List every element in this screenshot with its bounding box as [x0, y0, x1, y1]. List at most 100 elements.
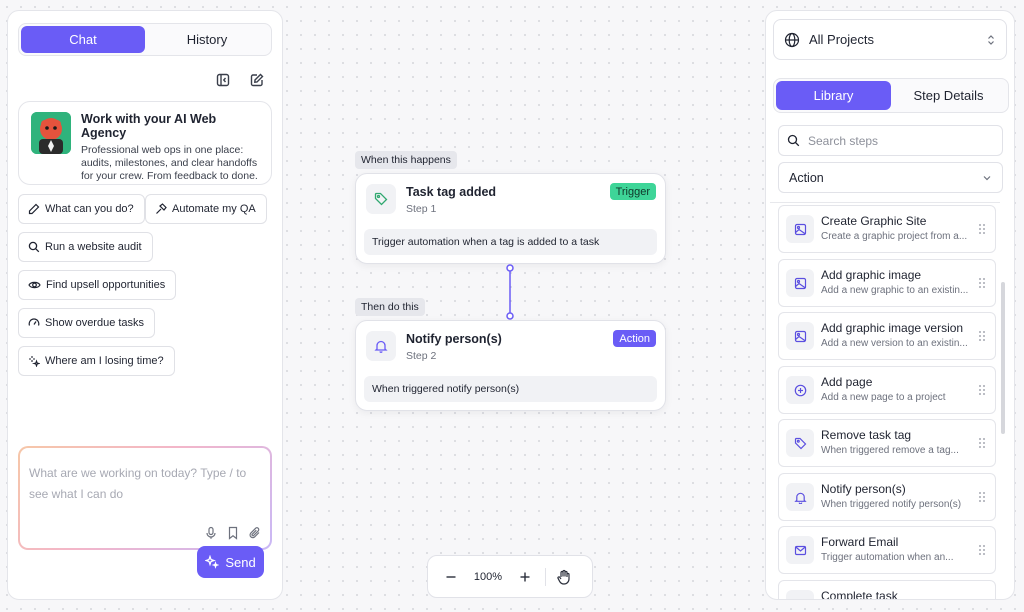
- send-button[interactable]: Send: [197, 546, 264, 578]
- step-item-remove-task-tag[interactable]: Remove task tag When triggered remove a …: [778, 419, 996, 467]
- trigger-node[interactable]: Task tag added Step 1 Trigger Trigger au…: [355, 173, 666, 264]
- library-tabs: Library Step Details: [773, 78, 1009, 113]
- sparkle-icon: [205, 555, 220, 569]
- bookmark-icon[interactable]: [226, 526, 240, 540]
- drag-handle-icon[interactable]: [978, 437, 986, 449]
- zoom-controls: 100%: [427, 555, 593, 598]
- drag-handle-icon[interactable]: [978, 330, 986, 342]
- search-icon: [28, 241, 40, 253]
- suggestion-run-audit[interactable]: Run a website audit: [18, 232, 153, 262]
- drag-handle-icon[interactable]: [978, 223, 986, 235]
- step-item-forward-email[interactable]: Forward Email Trigger automation when an…: [778, 526, 996, 574]
- node-connector: [506, 264, 514, 320]
- step-subtitle: Add a new page to a project: [821, 392, 946, 403]
- agency-card[interactable]: Work with your AI Web Agency Professiona…: [18, 101, 272, 185]
- bell-icon: [786, 483, 814, 511]
- action-phase-label: Then do this: [355, 298, 425, 316]
- image-icon: [786, 322, 814, 350]
- tag-icon: [366, 184, 396, 214]
- step-item-notify-persons[interactable]: Notify person(s) When triggered notify p…: [778, 473, 996, 521]
- mail-icon: [786, 536, 814, 564]
- zoom-level: 100%: [473, 570, 503, 583]
- check-icon: [786, 590, 814, 599]
- node-title: Task tag added: [406, 185, 497, 199]
- send-label: Send: [225, 554, 256, 570]
- pencil-icon: [28, 203, 40, 215]
- step-item-complete-task[interactable]: Complete task: [778, 580, 996, 599]
- suggestion-label: Automate my QA: [172, 203, 256, 215]
- search-icon: [787, 134, 800, 147]
- library-scrollbar[interactable]: [1001, 282, 1005, 434]
- step-title: Complete task: [821, 589, 898, 599]
- step-subtitle: Trigger automation when an...: [821, 552, 954, 563]
- step-title: Create Graphic Site: [821, 214, 927, 228]
- search-steps-input[interactable]: [808, 133, 988, 148]
- suggestion-label: Show overdue tasks: [45, 317, 145, 329]
- chat-panel: Chat History Work with your AI Web Agenc…: [7, 10, 283, 600]
- step-title: Add graphic image: [821, 268, 922, 282]
- step-type-filter-label: Action: [789, 170, 824, 185]
- hand-pan-icon[interactable]: [552, 565, 576, 589]
- node-description: Trigger automation when a tag is added t…: [364, 229, 657, 255]
- tab-step-details[interactable]: Step Details: [891, 81, 1006, 110]
- globe-icon: [784, 32, 800, 47]
- chevron-updown-icon: [988, 34, 994, 45]
- collapse-panel-icon[interactable]: [213, 70, 233, 90]
- suggestion-label: Find upsell opportunities: [46, 279, 166, 291]
- microphone-icon[interactable]: [204, 526, 218, 540]
- step-subtitle: Add a new version to an existin...: [821, 338, 968, 349]
- step-subtitle: Add a new graphic to an existin...: [821, 285, 969, 296]
- agency-title: Work with your AI Web Agency: [81, 112, 217, 140]
- trigger-badge: Trigger: [609, 183, 656, 200]
- zoom-divider: [545, 567, 546, 586]
- trigger-phase-label: When this happens: [355, 151, 457, 169]
- project-selector[interactable]: All Projects: [773, 19, 1007, 60]
- step-subtitle: When triggered notify person(s): [821, 499, 962, 510]
- node-title: Notify person(s): [406, 332, 502, 346]
- search-steps-field[interactable]: [778, 125, 1003, 156]
- plus-circle-icon: [786, 376, 814, 404]
- action-node[interactable]: Notify person(s) Step 2 Action When trig…: [355, 320, 666, 411]
- hammer-icon: [156, 203, 167, 214]
- step-title: Forward Email: [821, 535, 899, 549]
- zoom-in-icon[interactable]: [513, 565, 537, 589]
- suggestion-automate-qa[interactable]: Automate my QA: [145, 194, 267, 224]
- project-selector-label: All Projects: [809, 32, 875, 47]
- step-title: Notify person(s): [821, 482, 906, 496]
- composer-input[interactable]: What are we working on today? Type / to …: [29, 463, 259, 505]
- step-item-add-page[interactable]: Add page Add a new page to a project: [778, 366, 996, 414]
- action-badge: Action: [613, 330, 656, 347]
- image-icon: [786, 269, 814, 297]
- step-title: Remove task tag: [821, 428, 912, 442]
- suggestion-overdue-tasks[interactable]: Show overdue tasks: [18, 308, 156, 338]
- suggestion-what-can-you-do[interactable]: What can you do?: [18, 194, 145, 224]
- step-subtitle: When triggered remove a tag...: [821, 445, 959, 456]
- suggestion-label: What can you do?: [45, 203, 134, 215]
- node-description: When triggered notify person(s): [364, 376, 657, 402]
- tab-chat[interactable]: Chat: [21, 26, 145, 53]
- drag-handle-icon[interactable]: [978, 491, 986, 503]
- suggestion-losing-time[interactable]: Where am I losing time?: [18, 346, 175, 376]
- step-item-add-graphic-image-version[interactable]: Add graphic image version Add a new vers…: [778, 312, 996, 360]
- drag-handle-icon[interactable]: [978, 277, 986, 289]
- drag-handle-icon[interactable]: [978, 544, 986, 556]
- tab-history[interactable]: History: [145, 26, 269, 53]
- agency-description: Professional web ops in one place: audit…: [81, 144, 258, 182]
- suggestion-label: Where am I losing time?: [45, 355, 164, 367]
- suggestion-find-upsell[interactable]: Find upsell opportunities: [18, 270, 177, 300]
- new-chat-icon[interactable]: [247, 70, 267, 90]
- library-filters: Action: [773, 119, 1005, 204]
- step-type-filter[interactable]: Action: [778, 162, 1003, 193]
- step-item-add-graphic-image[interactable]: Add graphic image Add a new graphic to a…: [778, 259, 996, 307]
- tab-library[interactable]: Library: [776, 81, 891, 110]
- step-item-create-graphic-site[interactable]: Create Graphic Site Create a graphic pro…: [778, 205, 996, 253]
- image-icon: [786, 215, 814, 243]
- eye-icon: [28, 281, 41, 289]
- paperclip-icon[interactable]: [248, 526, 262, 540]
- zoom-out-icon[interactable]: [439, 565, 463, 589]
- bell-icon: [366, 331, 396, 361]
- step-subtitle: Create a graphic project from a...: [821, 231, 968, 242]
- agency-avatar: [31, 112, 71, 154]
- chat-composer[interactable]: What are we working on today? Type / to …: [18, 446, 272, 550]
- drag-handle-icon[interactable]: [978, 384, 986, 396]
